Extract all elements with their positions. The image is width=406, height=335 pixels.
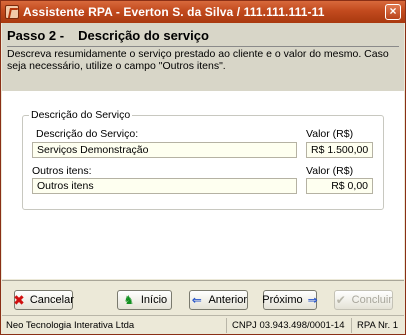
previous-button[interactable]: ⇐ Anterior — [189, 290, 248, 310]
home-button[interactable]: ♞ Início — [117, 290, 172, 310]
next-button[interactable]: Próximo ⇒ — [262, 290, 318, 310]
service-value-input[interactable]: R$ 1.500,00 — [306, 142, 373, 158]
cancel-button[interactable]: ✖ Cancelar — [13, 290, 74, 310]
status-bar: Neo Tecnologia Interativa Ltda CNPJ 03.9… — [2, 315, 404, 334]
title-bar[interactable]: Assistente RPA - Everton S. da Silva / 1… — [1, 1, 405, 23]
cancel-icon: ✖ — [13, 292, 25, 308]
service-groupbox: Descrição do Serviço Descrição do Serviç… — [22, 109, 384, 210]
close-button[interactable]: × — [385, 4, 401, 20]
service-description-label: Descrição do Serviço: — [36, 128, 139, 140]
step-title: Descrição do serviço — [78, 28, 209, 43]
finish-button[interactable]: ✔ Concluir — [334, 290, 393, 310]
arrow-left-icon: ⇐ — [191, 293, 202, 307]
content-panel: Descrição do Serviço Descrição do Serviç… — [2, 91, 404, 279]
previous-button-label: Anterior — [208, 294, 247, 306]
status-divider — [226, 318, 227, 333]
status-rpa-number: RPA Nr. 1 — [357, 320, 399, 331]
app-logo-icon — [5, 5, 19, 19]
other-value-label: Valor (R$) — [306, 165, 354, 177]
step-instructions: Descreva resumidamente o serviço prestad… — [7, 48, 389, 72]
status-cnpj: CNPJ 03.943.498/0001-14 — [232, 320, 345, 331]
service-description-input[interactable]: Serviços Demonstração — [32, 142, 297, 158]
arrow-right-icon: ⇒ — [307, 293, 318, 307]
home-button-label: Início — [140, 294, 168, 306]
groupbox-legend: Descrição do Serviço — [29, 109, 133, 121]
window-title: Assistente RPA - Everton S. da Silva / 1… — [23, 5, 325, 19]
wizard-window: Assistente RPA - Everton S. da Silva / 1… — [0, 0, 406, 335]
next-button-label: Próximo — [262, 294, 303, 306]
other-items-input[interactable]: Outros itens — [32, 178, 297, 194]
status-divider — [351, 318, 352, 333]
home-icon: ♞ — [123, 293, 135, 307]
cancel-button-label: Cancelar — [29, 294, 74, 306]
step-number: Passo 2 - — [7, 28, 65, 43]
finish-button-label: Concluir — [351, 294, 392, 306]
other-items-label: Outros itens: — [32, 165, 92, 177]
status-company: Neo Tecnologia Interativa Ltda — [6, 320, 135, 331]
other-value-input[interactable]: R$ 0,00 — [306, 178, 373, 194]
check-icon: ✔ — [335, 293, 346, 307]
step-heading: Passo 2 - Descrição do serviço — [7, 28, 209, 43]
footer-separator — [2, 280, 404, 281]
service-value-label: Valor (R$) — [306, 128, 354, 140]
header-divider — [7, 46, 399, 47]
step-header: Passo 2 - Descrição do serviço Descreva r… — [2, 23, 404, 91]
